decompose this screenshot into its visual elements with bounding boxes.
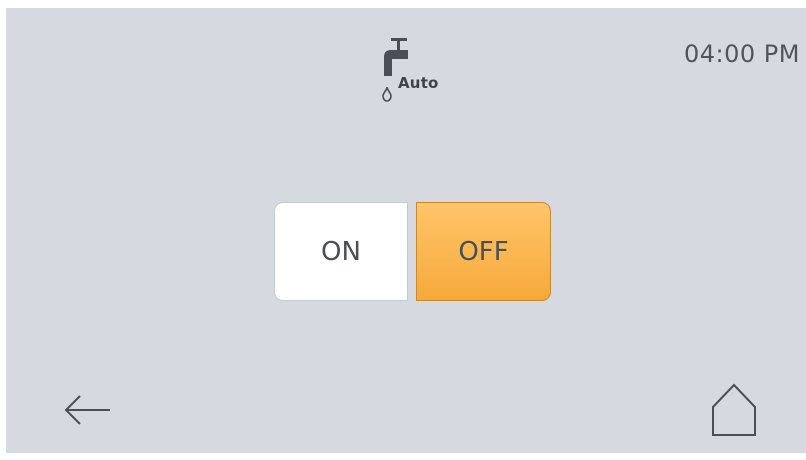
- on-button[interactable]: ON: [274, 202, 408, 301]
- back-button[interactable]: [60, 388, 114, 428]
- off-button[interactable]: OFF: [416, 202, 551, 301]
- mode-label: Auto: [398, 74, 439, 92]
- water-mode-indicator: Auto: [372, 35, 462, 113]
- on-off-toggle: ON OFF: [274, 202, 551, 303]
- arrow-left-icon: [64, 395, 110, 425]
- thermostat-screen: Auto 04:00 PM ON OFF: [6, 8, 806, 453]
- clock-time: 04:00 PM: [684, 40, 800, 68]
- home-button[interactable]: [708, 380, 760, 438]
- home-icon: [712, 383, 756, 436]
